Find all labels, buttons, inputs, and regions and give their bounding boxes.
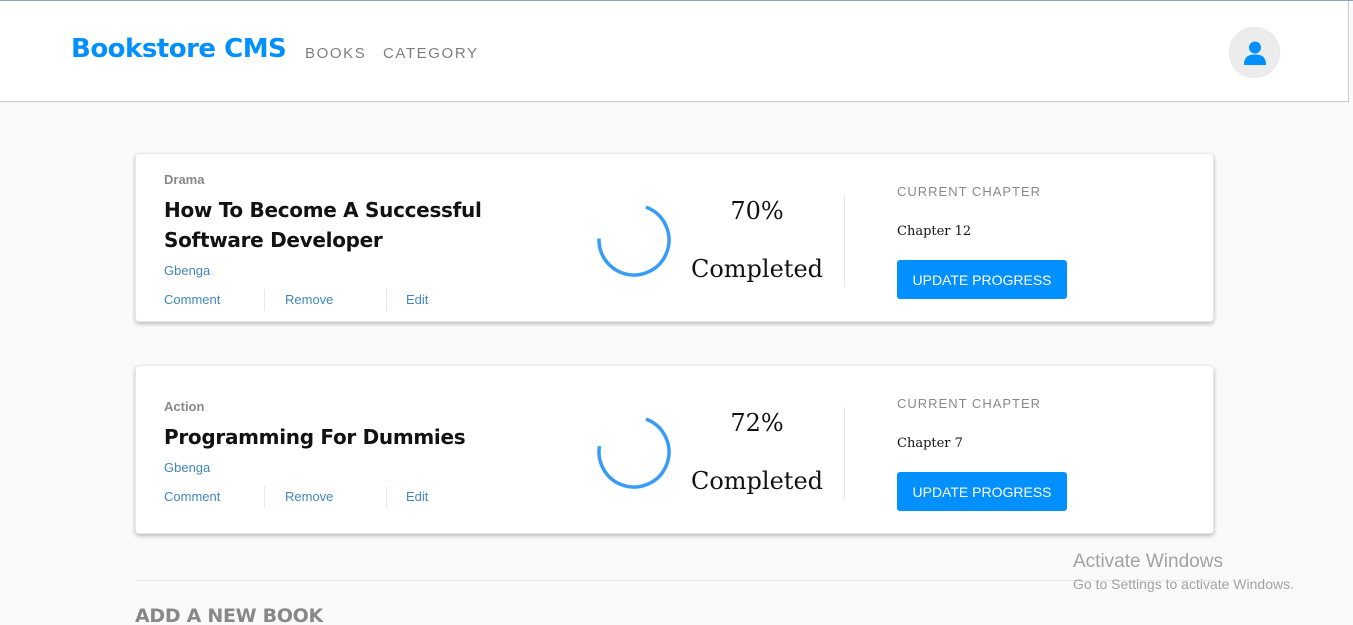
add-book-title: ADD A NEW BOOK: [135, 605, 323, 625]
book-card: Action Programming For Dummies Gbenga Co…: [135, 365, 1214, 534]
header: Bookstore CMS BOOKS CATEGORY: [0, 1, 1349, 102]
book-genre: Action: [164, 399, 205, 414]
progress-completed-label: Completed: [690, 255, 824, 283]
section-divider: [135, 580, 1214, 581]
logo[interactable]: Bookstore CMS: [71, 34, 287, 64]
edit-button[interactable]: Edit: [406, 489, 428, 504]
book-title: How To Become A Successful Software Deve…: [164, 198, 482, 252]
book-author[interactable]: Gbenga: [164, 263, 210, 278]
remove-button[interactable]: Remove: [285, 292, 333, 307]
current-chapter-label: CURRENT CHAPTER: [897, 396, 1042, 411]
current-chapter: Chapter 12: [897, 224, 972, 239]
activate-windows-subtitle: Go to Settings to activate Windows.: [1073, 576, 1294, 592]
current-chapter: Chapter 7: [897, 436, 963, 451]
update-progress-button[interactable]: UPDATE PROGRESS: [897, 472, 1067, 511]
book-author[interactable]: Gbenga: [164, 460, 210, 475]
action-divider: [264, 486, 265, 508]
comment-button[interactable]: Comment: [164, 292, 220, 307]
edit-button[interactable]: Edit: [406, 292, 428, 307]
current-chapter-label: CURRENT CHAPTER: [897, 184, 1042, 199]
book-actions: Comment Remove Edit: [164, 289, 464, 311]
progress-percent: 70%: [730, 197, 784, 225]
progress-completed-label: Completed: [690, 467, 824, 495]
progress-divider: [844, 195, 845, 287]
action-divider: [386, 289, 387, 311]
action-divider: [386, 486, 387, 508]
book-title: Programming For Dummies: [164, 425, 466, 449]
progress-ring: [597, 415, 671, 489]
progress-percent: 72%: [730, 409, 784, 437]
user-icon: [1243, 41, 1266, 65]
remove-button[interactable]: Remove: [285, 489, 333, 504]
book-card: Drama How To Become A Successful Softwar…: [135, 153, 1214, 322]
avatar-button[interactable]: [1229, 27, 1280, 78]
book-actions: Comment Remove Edit: [164, 486, 464, 508]
progress-ring: [597, 203, 671, 277]
activate-windows-title: Activate Windows: [1073, 551, 1223, 572]
nav-category-link[interactable]: CATEGORY: [383, 45, 479, 62]
comment-button[interactable]: Comment: [164, 489, 220, 504]
progress-divider: [844, 407, 845, 499]
action-divider: [264, 289, 265, 311]
book-genre: Drama: [164, 172, 205, 187]
update-progress-button[interactable]: UPDATE PROGRESS: [897, 260, 1067, 299]
nav-books-link[interactable]: BOOKS: [305, 45, 366, 62]
